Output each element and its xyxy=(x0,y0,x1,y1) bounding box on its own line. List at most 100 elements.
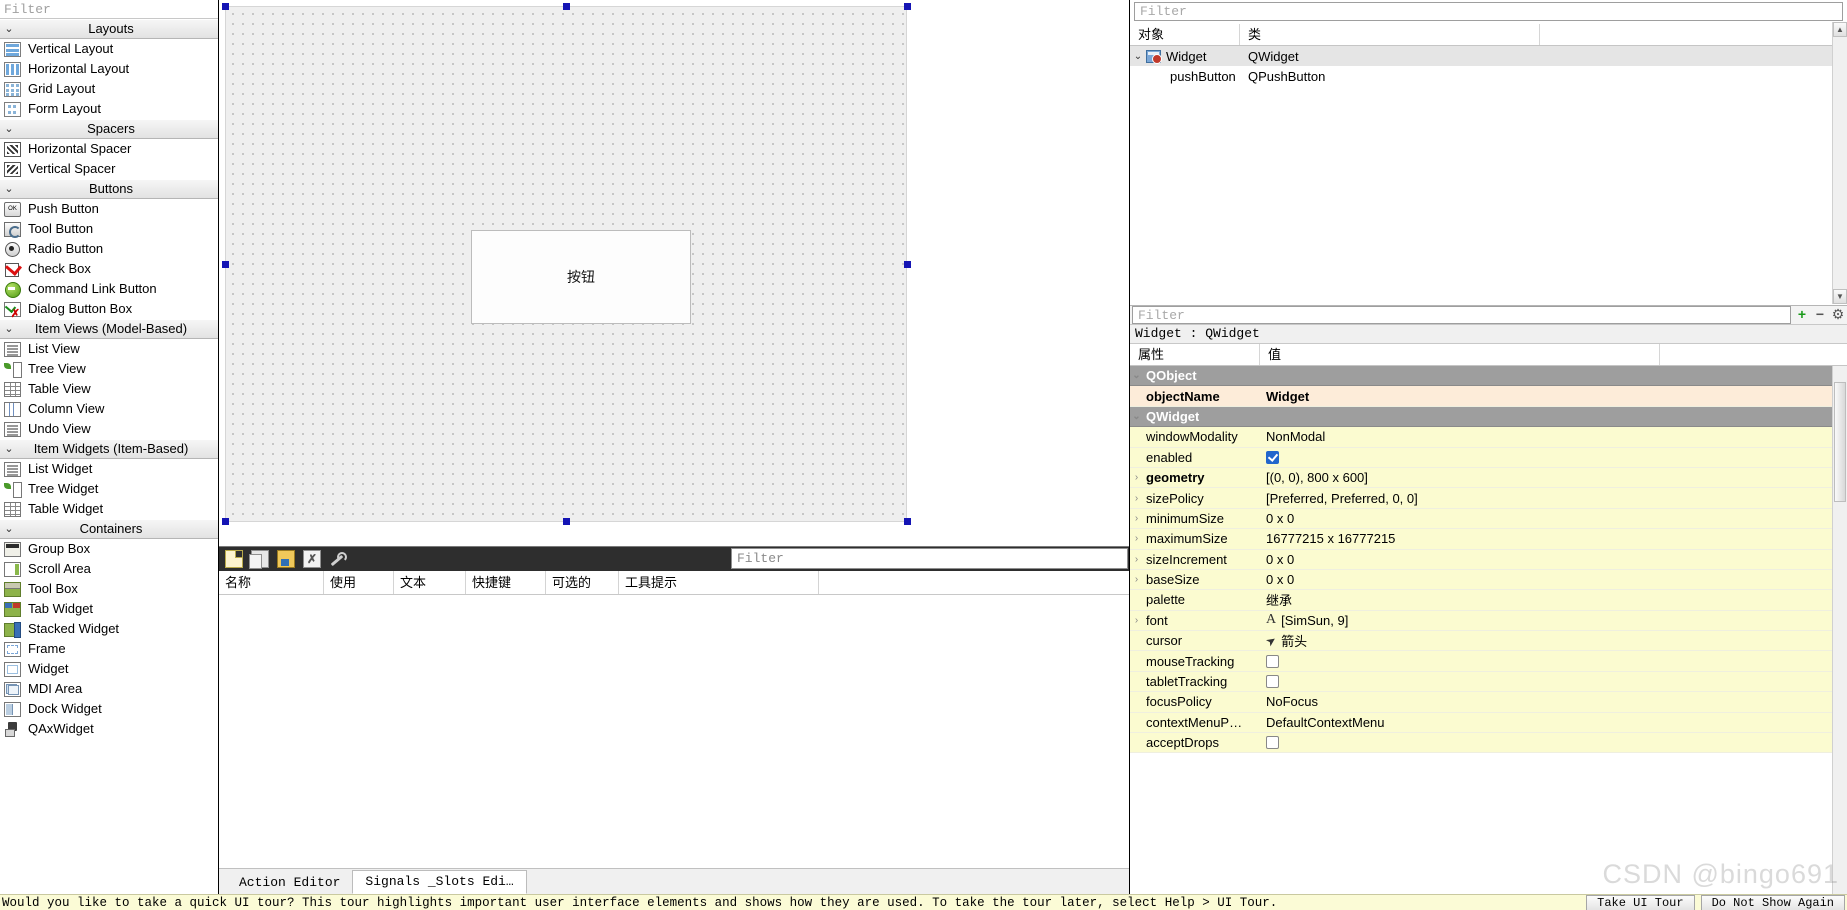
chevron-right-icon[interactable]: › xyxy=(1130,574,1143,585)
scroll-up-arrow[interactable]: ▲ xyxy=(1833,22,1847,37)
chevron-down-icon[interactable]: ⌄ xyxy=(1130,411,1143,422)
object-tree-row[interactable]: pushButton QPushButton xyxy=(1130,66,1847,86)
property-value[interactable]: 0 x 0 xyxy=(1260,572,1847,587)
configure-property-icon[interactable]: ⚙ xyxy=(1829,306,1847,324)
widget-item-list-view[interactable]: List View xyxy=(0,339,218,359)
widget-item-push-button[interactable]: OK Push Button xyxy=(0,199,218,219)
chevron-right-icon[interactable]: › xyxy=(1130,554,1143,565)
widget-box-filter-input[interactable]: Filter xyxy=(0,0,218,19)
property-row[interactable]: tabletTracking xyxy=(1130,671,1847,693)
resize-handle-tl[interactable] xyxy=(222,3,229,10)
property-value[interactable] xyxy=(1260,675,1847,689)
widget-group-header[interactable]: ⌄ Containers xyxy=(0,519,218,539)
property-column-header[interactable]: 值 xyxy=(1260,344,1660,365)
property-value[interactable]: [Preferred, Preferred, 0, 0] xyxy=(1260,491,1847,506)
property-row[interactable]: › maximumSize 16777215 x 16777215 xyxy=(1130,529,1847,550)
form-window[interactable]: 按钮 xyxy=(225,6,907,522)
widget-item-widget[interactable]: Widget xyxy=(0,659,218,679)
action-editor-rows[interactable] xyxy=(219,595,1130,868)
property-row[interactable]: › font A [SimSun, 9] xyxy=(1130,610,1847,632)
scrollbar-thumb[interactable] xyxy=(1834,382,1846,502)
action-column-header[interactable]: 可选的 xyxy=(546,571,619,594)
widget-item-table-widget[interactable]: Table Widget xyxy=(0,499,218,519)
chevron-right-icon[interactable]: › xyxy=(1130,493,1143,504)
resize-handle-br[interactable] xyxy=(904,518,911,525)
property-editor-rows[interactable]: ⌄ QObject objectName Widget ⌄ QWidget windowMo… xyxy=(1130,366,1847,754)
object-inspector-scrollbar[interactable]: ▲ ▼ xyxy=(1832,22,1847,304)
widget-item-frame[interactable]: Frame xyxy=(0,639,218,659)
property-row[interactable]: ⌄ QWidget xyxy=(1130,406,1847,428)
widget-item-column-view[interactable]: Column View xyxy=(0,399,218,419)
widget-box-list[interactable]: ⌄ Layouts Vertical Layout Horizontal Layout… xyxy=(0,19,218,894)
dock-tab-signals-slots[interactable]: Signals _Slots Edi… xyxy=(352,870,527,894)
action-column-header[interactable]: 工具提示 xyxy=(619,571,819,594)
property-row[interactable]: › baseSize 0 x 0 xyxy=(1130,569,1847,591)
delete-action-icon[interactable] xyxy=(303,550,321,568)
object-inspector-filter-input[interactable]: Filter xyxy=(1134,2,1843,21)
chevron-down-icon[interactable]: ⌄ xyxy=(1130,51,1146,62)
property-row[interactable]: contextMenuP… DefaultContextMenu xyxy=(1130,712,1847,734)
widget-group-header[interactable]: ⌄ Item Views (Model-Based) xyxy=(0,319,218,339)
checkbox-unchecked-icon[interactable] xyxy=(1266,675,1279,689)
property-value[interactable]: [(0, 0), 800 x 600] xyxy=(1260,470,1847,485)
widget-group-header[interactable]: ⌄ Buttons xyxy=(0,179,218,199)
widget-item-grid-layout[interactable]: Grid Layout xyxy=(0,79,218,99)
action-column-header[interactable]: 文本 xyxy=(394,571,466,594)
widget-item-list-widget[interactable]: List Widget xyxy=(0,459,218,479)
property-value[interactable] xyxy=(1260,654,1847,668)
property-row[interactable]: focusPolicy NoFocus xyxy=(1130,692,1847,713)
property-row[interactable]: mouseTracking xyxy=(1130,651,1847,672)
widget-group-header[interactable]: ⌄ Spacers xyxy=(0,119,218,139)
property-row[interactable]: cursor ➤ 箭头 xyxy=(1130,631,1847,652)
widget-item-tree-view[interactable]: Tree View xyxy=(0,359,218,379)
action-column-header[interactable]: 名称 xyxy=(219,571,324,594)
chevron-right-icon[interactable]: › xyxy=(1130,472,1143,483)
widget-item-scroll-area[interactable]: Scroll Area xyxy=(0,559,218,579)
widget-item-check-box[interactable]: Check Box xyxy=(0,259,218,279)
property-row[interactable]: › sizeIncrement 0 x 0 xyxy=(1130,549,1847,570)
widget-item-group-box[interactable]: Group Box xyxy=(0,539,218,559)
copy-action-icon[interactable] xyxy=(249,550,269,569)
resize-handle-bc[interactable] xyxy=(563,518,570,525)
checkbox-unchecked-icon[interactable] xyxy=(1266,654,1279,668)
widget-item-qaxwidget[interactable]: QAxWidget xyxy=(0,719,218,739)
property-row[interactable]: enabled xyxy=(1130,447,1847,468)
resize-handle-tr[interactable] xyxy=(904,3,911,10)
checkbox-unchecked-icon[interactable] xyxy=(1266,736,1279,750)
resize-handle-tc[interactable] xyxy=(563,3,570,10)
widget-item-tab-widget[interactable]: Tab Widget xyxy=(0,599,218,619)
property-value[interactable]: 0 x 0 xyxy=(1260,552,1847,567)
property-row[interactable]: › sizePolicy [Preferred, Preferred, 0, 0] xyxy=(1130,488,1847,509)
property-value[interactable]: NoFocus xyxy=(1260,694,1847,709)
property-row[interactable]: › minimumSize 0 x 0 xyxy=(1130,508,1847,530)
dock-tab-action-editor[interactable]: Action Editor xyxy=(227,872,352,894)
widget-item-vertical-spacer[interactable]: Vertical Spacer xyxy=(0,159,218,179)
chevron-right-icon[interactable]: › xyxy=(1130,615,1143,626)
widget-group-header[interactable]: ⌄ Layouts xyxy=(0,19,218,39)
property-value[interactable]: ➤ 箭头 xyxy=(1260,631,1847,650)
property-value[interactable] xyxy=(1260,450,1847,464)
widget-item-tree-widget[interactable]: Tree Widget xyxy=(0,479,218,499)
form-canvas[interactable]: 按钮 xyxy=(219,0,1130,546)
action-column-header[interactable]: 快捷键 xyxy=(466,571,546,594)
property-editor-scrollbar[interactable] xyxy=(1832,366,1847,894)
edit-action-icon[interactable] xyxy=(277,550,295,568)
widget-item-tool-box[interactable]: Tool Box xyxy=(0,579,218,599)
object-tree-row[interactable]: ⌄ Widget QWidget xyxy=(1130,46,1847,66)
property-row[interactable]: windowModality NonModal xyxy=(1130,427,1847,448)
chevron-right-icon[interactable]: › xyxy=(1130,513,1143,524)
property-value[interactable]: 0 x 0 xyxy=(1260,511,1847,526)
widget-item-table-view[interactable]: Table View xyxy=(0,379,218,399)
widget-item-dialog-button-box[interactable]: Dialog Button Box xyxy=(0,299,218,320)
widget-item-radio-button[interactable]: Radio Button xyxy=(0,239,218,259)
property-editor-filter-input[interactable]: Filter xyxy=(1132,306,1791,324)
resize-handle-mr[interactable] xyxy=(904,261,911,268)
scroll-down-arrow[interactable]: ▼ xyxy=(1833,289,1847,304)
chevron-right-icon[interactable]: › xyxy=(1130,533,1143,544)
widget-item-command-link-button[interactable]: Command Link Button xyxy=(0,279,218,299)
new-action-icon[interactable] xyxy=(225,550,243,568)
resize-handle-bl[interactable] xyxy=(222,518,229,525)
object-inspector-tree[interactable]: ⌄ Widget QWidget pushButton QPushButton xyxy=(1130,46,1847,86)
checkbox-checked-icon[interactable] xyxy=(1266,450,1279,464)
remove-property-icon[interactable]: − xyxy=(1811,306,1829,324)
